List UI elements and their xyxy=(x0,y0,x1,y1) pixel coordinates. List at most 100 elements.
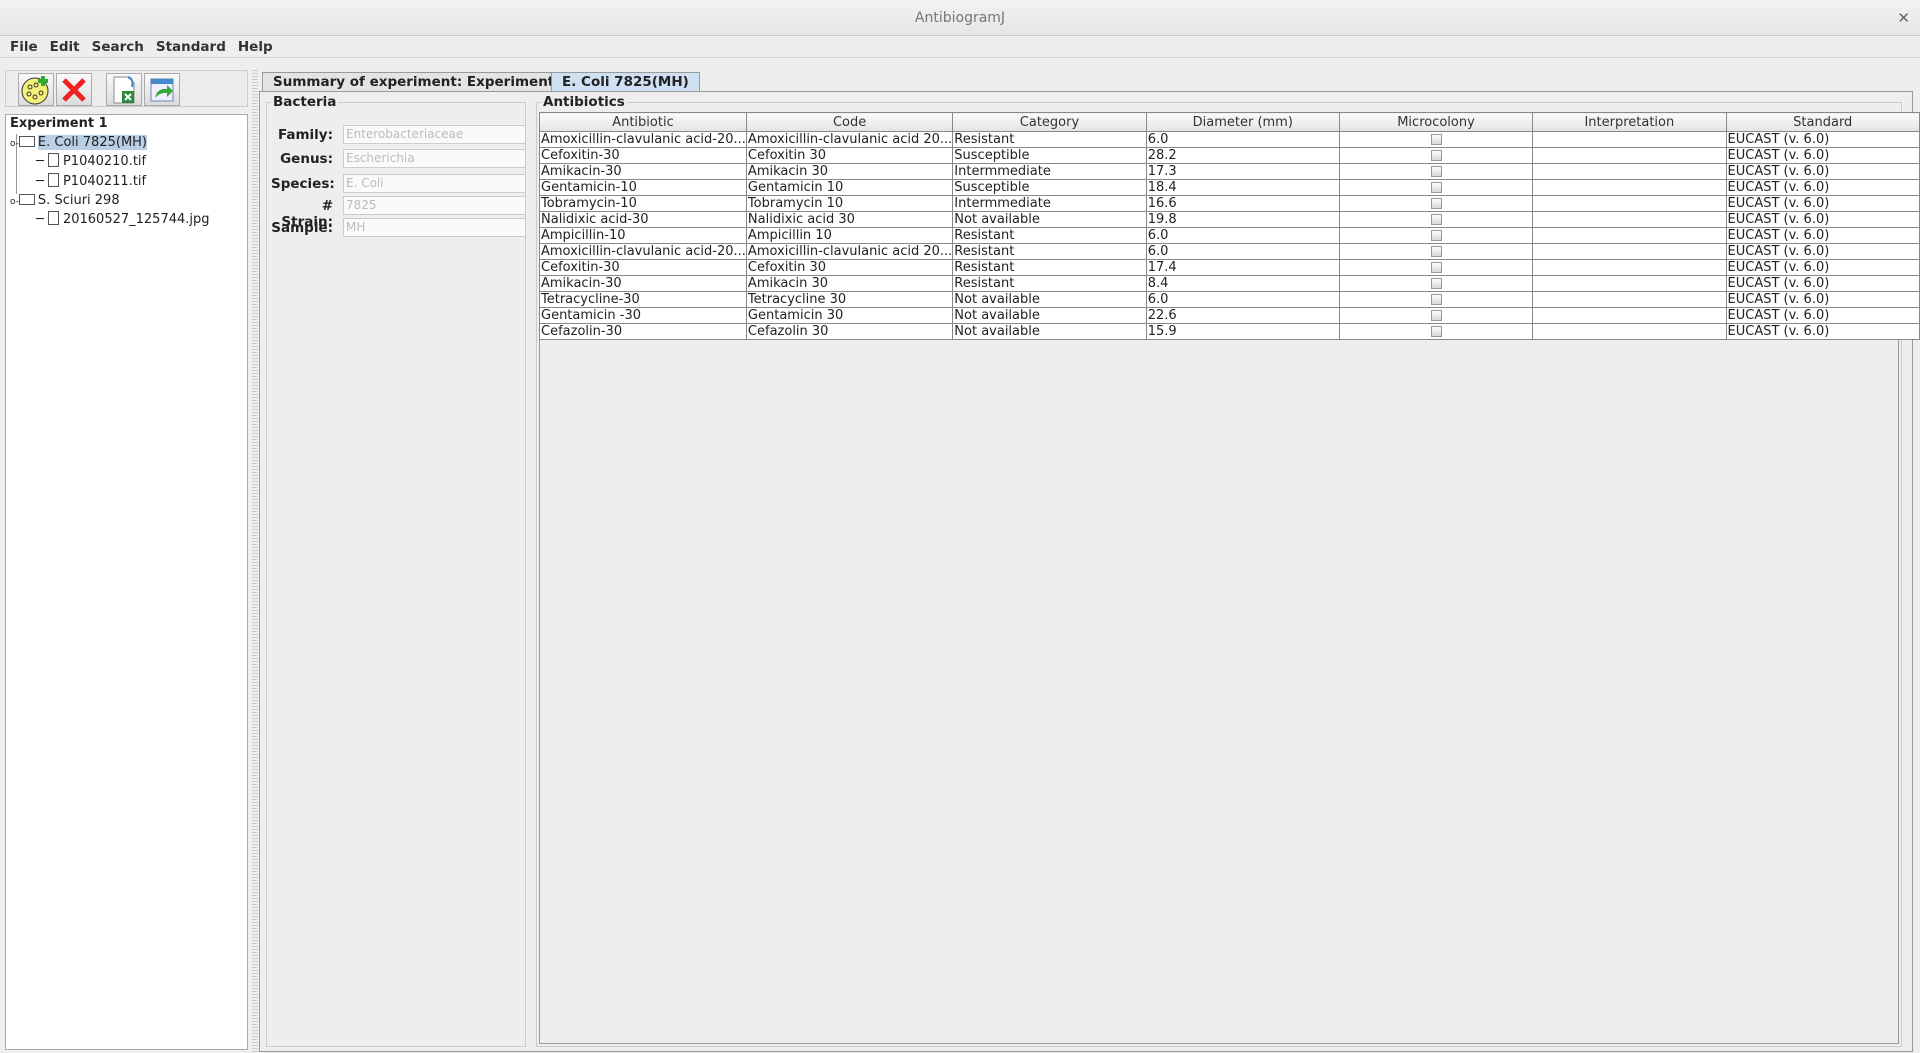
tab-summary[interactable]: Summary of experiment: Experiment 1 xyxy=(262,72,580,92)
table-row[interactable]: Ampicillin-10 Ampicillin 10 Resistant 6.0 EU… xyxy=(539,227,1920,244)
split-pane-divider[interactable] xyxy=(252,70,258,1053)
microcolony-checkbox[interactable] xyxy=(1431,293,1443,305)
cell-interpretation xyxy=(1532,259,1727,276)
cell-interpretation xyxy=(1532,211,1727,228)
export-excel-button[interactable] xyxy=(106,73,142,106)
menu-search[interactable]: Search xyxy=(86,36,150,57)
menu-file[interactable]: File xyxy=(4,36,44,57)
cell-interpretation xyxy=(1532,179,1727,196)
tree-root[interactable]: Experiment 1 xyxy=(10,115,108,133)
microcolony-cell[interactable] xyxy=(1338,307,1534,324)
export-icon xyxy=(150,78,174,101)
cell-diameter: 18.4 xyxy=(1145,179,1340,196)
table-row[interactable]: Cefoxitin-30 Cefoxitin 30 Susceptible 28.2 E… xyxy=(539,147,1920,164)
microcolony-checkbox[interactable] xyxy=(1431,165,1443,177)
cell-standard: EUCAST (v. 6.0) xyxy=(1725,131,1920,148)
menu-help[interactable]: Help xyxy=(232,36,279,57)
delete-icon xyxy=(62,77,86,102)
microcolony-cell[interactable] xyxy=(1338,291,1534,308)
column-header[interactable]: Interpretation xyxy=(1532,112,1727,132)
file-icon xyxy=(47,173,59,187)
column-header[interactable]: Microcolony xyxy=(1338,112,1534,132)
cell-category: Not available xyxy=(952,211,1147,228)
field-label: Genus: xyxy=(280,151,333,167)
tab-ecoli[interactable]: E. Coli 7825(MH) xyxy=(551,72,700,92)
microcolony-cell[interactable] xyxy=(1338,275,1534,292)
table-row[interactable]: Gentamicin -30 Gentamicin 30 Not available… xyxy=(539,307,1920,324)
field-sample-input[interactable]: MH xyxy=(343,218,526,237)
column-header[interactable]: Diameter (mm) xyxy=(1145,112,1340,132)
cell-interpretation xyxy=(1532,323,1727,340)
antibiotics-table: Antibiotic Code Category Diameter (mm) Micro… xyxy=(539,112,1920,340)
table-row[interactable]: Amikacin-30 Amikacin 30 Resistant 8.4 EUCAST… xyxy=(539,275,1920,292)
column-header[interactable]: Antibiotic xyxy=(539,112,747,132)
cell-code: Tobramycin 10 xyxy=(745,195,954,212)
field-strain-input[interactable]: 7825 xyxy=(343,196,526,215)
cell-standard: EUCAST (v. 6.0) xyxy=(1725,195,1920,212)
expand-icon[interactable]: o- xyxy=(10,197,19,207)
microcolony-checkbox[interactable] xyxy=(1431,309,1443,321)
microcolony-checkbox[interactable] xyxy=(1431,133,1443,145)
microcolony-checkbox[interactable] xyxy=(1431,261,1443,273)
table-row[interactable]: Nalidixic acid-30 Nalidixic acid 30 Not av… xyxy=(539,211,1920,228)
field-genus-input[interactable]: Escherichia xyxy=(343,149,526,168)
field-species-input[interactable]: E. Coli xyxy=(343,174,526,193)
microcolony-checkbox[interactable] xyxy=(1431,325,1443,337)
microcolony-checkbox[interactable] xyxy=(1431,197,1443,209)
cell-diameter: 15.9 xyxy=(1145,323,1340,340)
cell-category: Resistant xyxy=(952,227,1147,244)
table-row[interactable]: Gentamicin-10 Gentamicin 10 Susceptible 18.… xyxy=(539,179,1920,196)
cell-antibiotic: Cefoxitin-30 xyxy=(539,147,747,164)
microcolony-cell[interactable] xyxy=(1338,227,1534,244)
table-row[interactable]: Amoxicillin-clavulanic acid-20... Amoxici… xyxy=(539,131,1920,148)
menu-edit[interactable]: Edit xyxy=(44,36,86,57)
field-label: Species: xyxy=(271,176,335,192)
microcolony-cell[interactable] xyxy=(1338,179,1534,196)
add-plate-button[interactable] xyxy=(18,73,54,106)
microcolony-cell[interactable] xyxy=(1338,195,1534,212)
microcolony-checkbox[interactable] xyxy=(1431,229,1443,241)
experiment-tree[interactable]: Experiment 1 o- E. Coli 7825(MH) ─ P10402… xyxy=(5,114,248,1050)
table-row[interactable]: Tetracycline-30 Tetracycline 30 Not availa… xyxy=(539,291,1920,308)
tree-leaf[interactable]: ─ P1040210.tif xyxy=(36,153,146,171)
column-header[interactable]: Code xyxy=(745,112,954,132)
cell-antibiotic: Gentamicin-10 xyxy=(539,179,747,196)
microcolony-checkbox[interactable] xyxy=(1431,245,1443,257)
column-header[interactable]: Category xyxy=(952,112,1147,132)
microcolony-cell[interactable] xyxy=(1338,163,1534,180)
table-row[interactable]: Amoxicillin-clavulanic acid-20... Amoxici… xyxy=(539,243,1920,260)
microcolony-cell[interactable] xyxy=(1338,211,1534,228)
tree-node-ssciuri[interactable]: o- S. Sciuri 298 xyxy=(10,192,120,211)
microcolony-cell[interactable] xyxy=(1338,147,1534,164)
microcolony-checkbox[interactable] xyxy=(1431,277,1443,289)
microcolony-checkbox[interactable] xyxy=(1431,181,1443,193)
cell-standard: EUCAST (v. 6.0) xyxy=(1725,291,1920,308)
microcolony-cell[interactable] xyxy=(1338,259,1534,276)
menu-standard[interactable]: Standard xyxy=(150,36,232,57)
microcolony-checkbox[interactable] xyxy=(1431,149,1443,161)
close-icon[interactable]: ✕ xyxy=(1897,0,1910,36)
microcolony-cell[interactable] xyxy=(1338,243,1534,260)
cell-antibiotic: Tobramycin-10 xyxy=(539,195,747,212)
tree-leaf[interactable]: ─ 20160527_125744.jpg xyxy=(36,211,210,229)
table-row[interactable]: Cefazolin-30 Cefazolin 30 Not available 15.… xyxy=(539,323,1920,340)
table-row[interactable]: Tobramycin-10 Tobramycin 10 Intermmediate 1… xyxy=(539,195,1920,212)
bacteria-title: Bacteria xyxy=(271,94,339,110)
column-header[interactable]: Standard xyxy=(1725,112,1920,132)
expand-icon[interactable]: o- xyxy=(10,139,19,149)
tree-node-ecoli[interactable]: o- E. Coli 7825(MH) xyxy=(10,134,148,153)
cell-standard: EUCAST (v. 6.0) xyxy=(1725,259,1920,276)
cell-code: Ampicillin 10 xyxy=(745,227,954,244)
delete-button[interactable] xyxy=(56,73,92,106)
field-family-input[interactable]: Enterobacteriaceae xyxy=(343,125,526,144)
table-row[interactable]: Amikacin-30 Amikacin 30 Intermmediate 17.3 E… xyxy=(539,163,1920,180)
microcolony-cell[interactable] xyxy=(1338,323,1534,340)
microcolony-cell[interactable] xyxy=(1338,131,1534,148)
export-button[interactable] xyxy=(144,73,180,106)
cell-diameter: 17.4 xyxy=(1145,259,1340,276)
cell-code: Nalidixic acid 30 xyxy=(745,211,954,228)
cell-code: Gentamicin 30 xyxy=(745,307,954,324)
microcolony-checkbox[interactable] xyxy=(1431,213,1443,225)
tree-leaf[interactable]: ─ P1040211.tif xyxy=(36,173,146,191)
table-row[interactable]: Cefoxitin-30 Cefoxitin 30 Resistant 17.4 EUC… xyxy=(539,259,1920,276)
